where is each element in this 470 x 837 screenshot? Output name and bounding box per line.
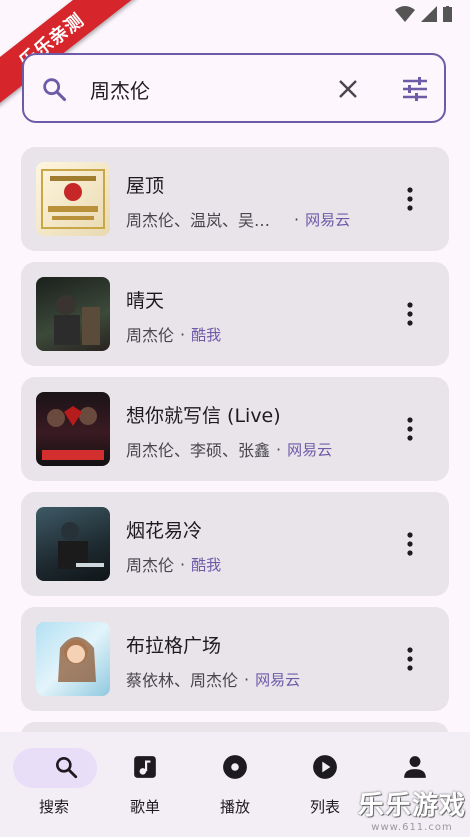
song-source: 网易云 — [255, 670, 301, 689]
search-input[interactable]: 周杰伦 — [90, 75, 150, 104]
album-cover — [36, 622, 110, 696]
separator-dot: · — [294, 209, 300, 229]
song-artists: 周杰伦 — [126, 556, 175, 575]
more-vert-icon[interactable] — [407, 417, 413, 441]
song-list: 屋顶 周杰伦、温岚、吴… · 网易云 晴天 周杰伦 · 酷我 想你就写信 (Li… — [21, 147, 449, 722]
album-cover — [36, 277, 110, 351]
search-icon — [43, 78, 67, 102]
song-meta: 周杰伦 · 酷我 — [126, 552, 221, 576]
more-vert-icon[interactable] — [407, 302, 413, 326]
album-cover — [36, 392, 110, 466]
tune-filter-icon[interactable] — [402, 77, 428, 101]
separator-dot: · — [244, 669, 250, 689]
song-source: 酷我 — [191, 555, 222, 574]
separator-dot: · — [276, 439, 282, 459]
nav-label: 歌单 — [129, 798, 160, 816]
close-icon[interactable] — [336, 77, 360, 101]
song-title: 烟花易冷 — [126, 520, 203, 542]
search-bar[interactable]: 周杰伦 — [22, 53, 446, 123]
wifi-icon — [395, 6, 415, 22]
song-meta: 周杰伦、李硕、张鑫 · 网易云 — [126, 437, 332, 461]
watermark-brand: 乐乐游戏 — [357, 791, 466, 821]
nav-item-play[interactable]: 播放 — [190, 732, 280, 837]
signal-icon — [421, 6, 437, 22]
play-circle-icon — [313, 755, 337, 779]
search-icon — [56, 757, 78, 779]
separator-dot: · — [180, 324, 186, 344]
song-source: 酷我 — [191, 325, 222, 344]
more-vert-icon[interactable] — [407, 647, 413, 671]
song-title: 布拉格广场 — [126, 635, 222, 657]
watermark: 乐乐游戏 www.611.com — [358, 785, 466, 833]
more-vert-icon[interactable] — [407, 187, 413, 211]
battery-icon — [443, 6, 452, 22]
library-music-icon — [134, 756, 156, 778]
nav-label: 搜索 — [38, 798, 69, 816]
song-card[interactable]: 晴天 周杰伦 · 酷我 — [21, 262, 449, 366]
nav-item-search[interactable]: 搜索 — [13, 732, 111, 837]
separator-dot: · — [180, 554, 186, 574]
person-icon — [404, 756, 426, 778]
song-artists: 周杰伦 — [126, 326, 175, 345]
song-card[interactable]: 屋顶 周杰伦、温岚、吴… · 网易云 — [21, 147, 449, 251]
nav-item-list[interactable]: 列表 — [280, 732, 370, 837]
disc-icon — [223, 755, 247, 779]
more-vert-icon[interactable] — [407, 532, 413, 556]
nav-item-playlists[interactable]: 歌单 — [100, 732, 190, 837]
song-title: 屋顶 — [126, 175, 165, 197]
song-meta: 周杰伦 · 酷我 — [126, 322, 221, 346]
album-cover — [36, 162, 110, 236]
song-source: 网易云 — [287, 440, 333, 459]
song-artists: 周杰伦、李硕、张鑫 — [126, 441, 271, 460]
status-icons — [395, 6, 452, 22]
watermark-site: www.611.com — [371, 822, 453, 833]
song-meta: 蔡依林、周杰伦 · 网易云 — [126, 667, 300, 691]
nav-label: 播放 — [219, 798, 250, 816]
song-source: 网易云 — [305, 210, 351, 229]
song-meta: 周杰伦、温岚、吴… · 网易云 — [126, 207, 350, 231]
song-card[interactable]: 烟花易冷 周杰伦 · 酷我 — [21, 492, 449, 596]
song-title: 晴天 — [126, 290, 165, 312]
song-artists: 蔡依林、周杰伦 — [126, 671, 239, 690]
song-card[interactable]: 想你就写信 (Live) 周杰伦、李硕、张鑫 · 网易云 — [21, 377, 449, 481]
song-title: 想你就写信 (Live) — [126, 405, 281, 427]
song-card[interactable]: 布拉格广场 蔡依林、周杰伦 · 网易云 — [21, 607, 449, 711]
nav-label: 列表 — [309, 798, 340, 816]
album-cover — [36, 507, 110, 581]
song-artists: 周杰伦、温岚、吴… — [126, 211, 271, 230]
